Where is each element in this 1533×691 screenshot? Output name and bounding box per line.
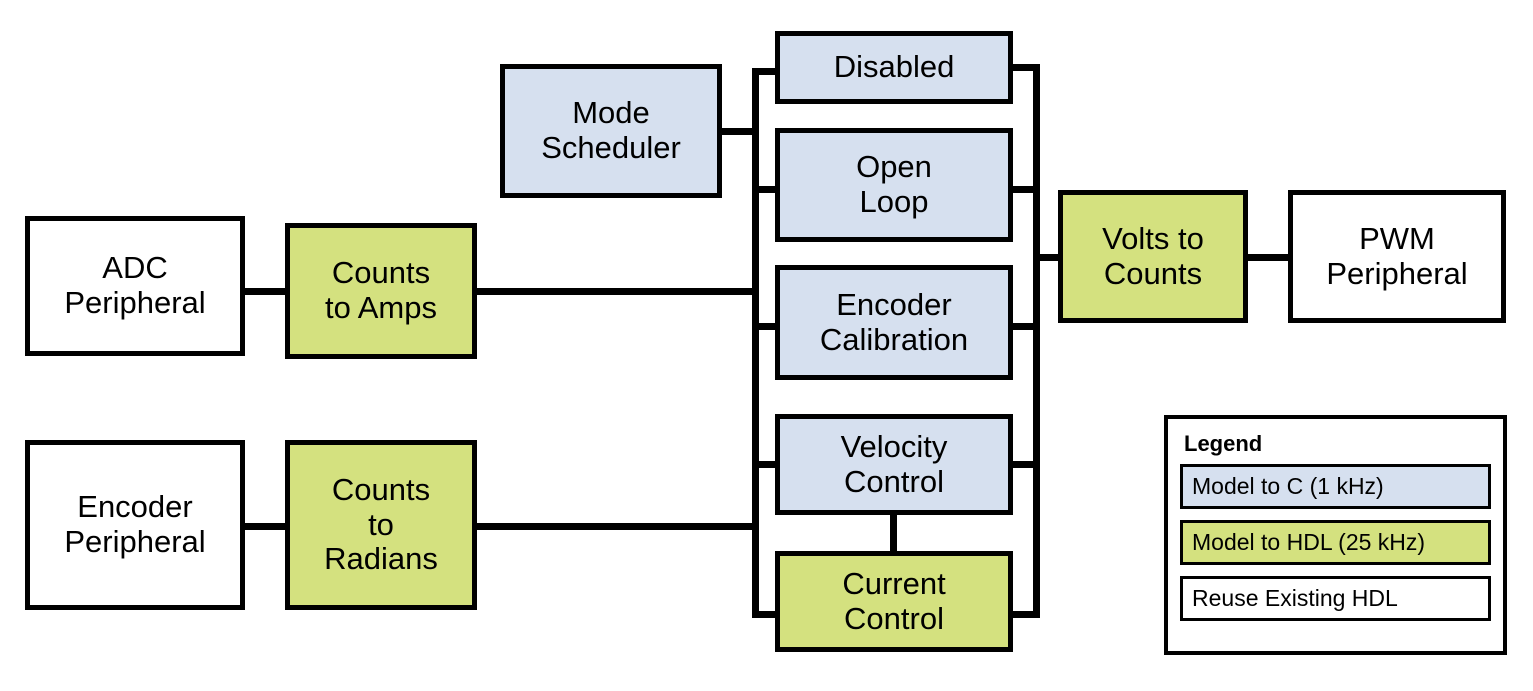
legend-item-model-to-c: Model to C (1 kHz) [1180, 464, 1491, 509]
block-disabled[interactable]: Disabled [775, 31, 1013, 104]
block-counts-to-radians[interactable]: Counts to Radians [285, 440, 477, 610]
block-mode-scheduler[interactable]: Mode Scheduler [500, 64, 722, 198]
legend-title: Legend [1184, 431, 1263, 456]
legend-item-label: Model to HDL (25 kHz) [1192, 529, 1426, 555]
block-adc-peripheral[interactable]: ADC Peripheral [25, 216, 245, 356]
wire-velocity-to-current-control [890, 512, 897, 554]
wire-counts-radians-to-left-bus [474, 523, 752, 530]
block-encoder-calibration[interactable]: Encoder Calibration [775, 265, 1013, 380]
wire-counts-amps-to-left-bus [474, 288, 752, 295]
wire-adc-to-counts-amps [244, 288, 288, 295]
block-diagram-canvas: ADC Peripheral Counts to Amps Encoder Pe… [0, 0, 1533, 691]
block-counts-to-amps[interactable]: Counts to Amps [285, 223, 477, 359]
block-pwm-peripheral[interactable]: PWM Peripheral [1288, 190, 1506, 323]
wire-volts-to-counts-to-pwm [1246, 254, 1290, 261]
legend: Legend Model to C (1 kHz) Model to HDL (… [1164, 415, 1507, 655]
wire-encoder-to-counts-radians [244, 523, 288, 530]
block-volts-to-counts[interactable]: Volts to Counts [1058, 190, 1248, 323]
legend-item-reuse-existing-hdl: Reuse Existing HDL [1180, 576, 1491, 621]
wire-right-bus-trunk [1033, 64, 1040, 618]
block-velocity-control[interactable]: Velocity Control [775, 414, 1013, 515]
block-current-control[interactable]: Current Control [775, 551, 1013, 652]
wire-left-bus-trunk [752, 68, 759, 618]
block-encoder-peripheral[interactable]: Encoder Peripheral [25, 440, 245, 610]
block-open-loop[interactable]: Open Loop [775, 128, 1013, 242]
legend-item-label: Model to C (1 kHz) [1192, 473, 1384, 499]
legend-item-model-to-hdl: Model to HDL (25 kHz) [1180, 520, 1491, 565]
legend-item-label: Reuse Existing HDL [1192, 585, 1398, 611]
